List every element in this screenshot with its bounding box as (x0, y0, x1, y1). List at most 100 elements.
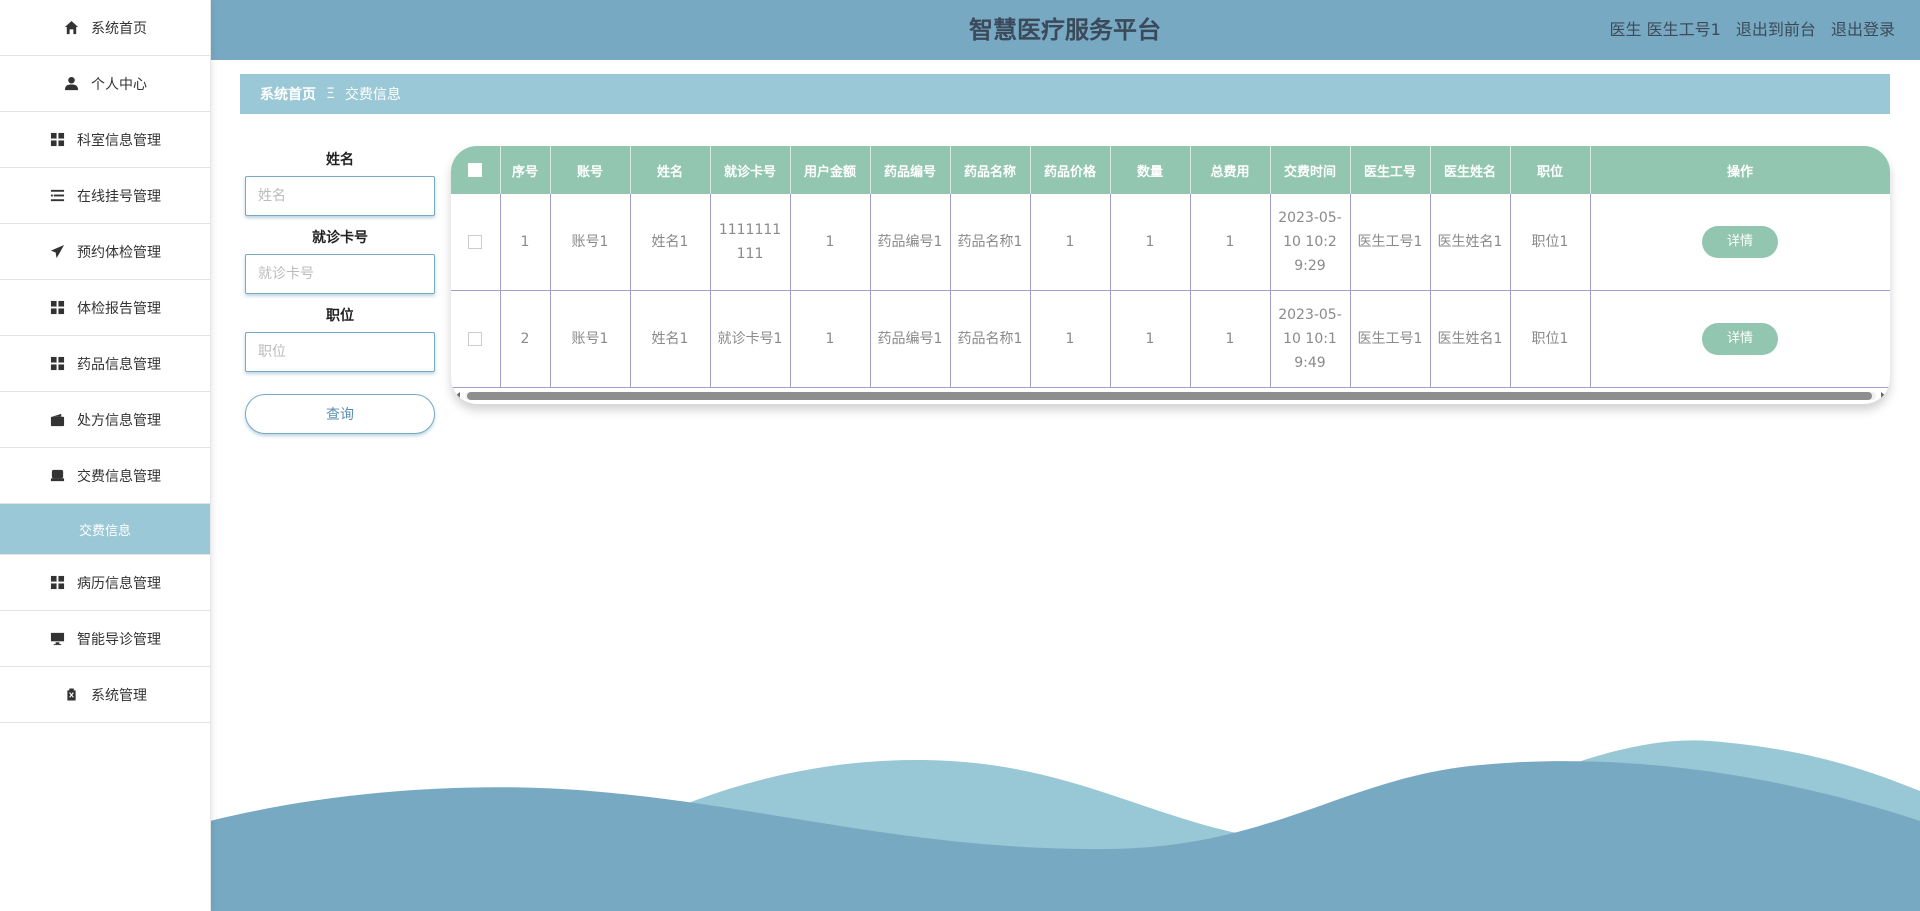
cell-drug-name: 药品名称1 (950, 290, 1031, 388)
user-icon (63, 76, 79, 92)
column-header: 姓名 (630, 146, 711, 194)
back-to-front-link[interactable]: 退出到前台 (1736, 20, 1816, 39)
breadcrumb: 系统首页 Ξ 交费信息 (240, 74, 1890, 114)
scrollbar-thumb[interactable] (467, 392, 1872, 400)
detail-button[interactable]: 详情 (1702, 226, 1778, 258)
column-header: 总费用 (1190, 146, 1271, 194)
column-header: 交费时间 (1270, 146, 1351, 194)
cell-total: 1 (1190, 194, 1271, 291)
sidebar-item-label: 病历信息管理 (77, 575, 161, 592)
cell-paid-time: 2023-05-10 10:19:49 (1270, 290, 1351, 388)
sidebar-item-label: 智能导诊管理 (77, 631, 161, 648)
cell-name: 姓名1 (630, 290, 711, 388)
row-select-cell[interactable] (451, 194, 501, 291)
sidebar-item-checkup-booking[interactable]: 预约体检管理 (0, 224, 210, 280)
sidebar-item-checkup-report[interactable]: 体检报告管理 (0, 280, 210, 336)
sidebar-item-smart-guide[interactable]: 智能导诊管理 (0, 611, 210, 667)
position-input[interactable] (245, 332, 435, 372)
cell-actions: 详情 (1590, 194, 1890, 291)
column-header: 药品价格 (1030, 146, 1111, 194)
sidebar-item-label: 处方信息管理 (77, 412, 161, 429)
detail-button[interactable]: 详情 (1702, 323, 1778, 355)
cell-drug-name: 药品名称1 (950, 194, 1031, 291)
grid-icon (49, 132, 65, 148)
cell-drug-price: 1 (1030, 290, 1111, 388)
cell-quantity: 1 (1110, 290, 1191, 388)
monitor-icon (49, 631, 65, 647)
sidebar-item-label: 药品信息管理 (77, 356, 161, 373)
breadcrumb-home[interactable]: 系统首页 (260, 84, 316, 104)
query-button[interactable]: 查询 (245, 394, 435, 434)
sidebar-item-label: 系统管理 (91, 687, 147, 704)
cell-card: 1111111111 (710, 194, 791, 291)
cell-balance: 1 (790, 290, 871, 388)
horizontal-scrollbar[interactable] (455, 390, 1886, 402)
sidebar-item-prescriptions[interactable]: 处方信息管理 (0, 392, 210, 448)
search-panel: 姓名 就诊卡号 职位 查询 (245, 150, 435, 434)
sidebar-item-label: 交费信息 (78, 523, 131, 539)
sidebar-item-system[interactable]: 系统管理 (0, 667, 210, 723)
sidebar-item-label: 在线挂号管理 (77, 188, 161, 205)
cell-actions: 详情 (1590, 290, 1890, 388)
send-icon (49, 244, 65, 260)
sidebar-subitem-payment-info[interactable]: 交费信息 (0, 504, 210, 555)
list-icon (49, 188, 65, 204)
cell-doctor-id: 医生工号1 (1350, 194, 1431, 291)
table-row: 1 账号1 姓名1 1111111111 1 药品编号1 药品名称1 1 1 1… (451, 194, 1890, 291)
row-checkbox[interactable] (468, 235, 483, 249)
grid-icon (49, 356, 65, 372)
grid-icon (49, 575, 65, 591)
sidebar-item-label: 系统首页 (91, 20, 147, 37)
home-icon (63, 20, 79, 36)
payments-table-container: 序号 账号 姓名 就诊卡号 用户金额 药品编号 药品名称 药品价格 数量 总费用… (451, 146, 1890, 404)
wallet-icon (49, 412, 65, 428)
sidebar-item-departments[interactable]: 科室信息管理 (0, 112, 210, 168)
column-header: 职位 (1510, 146, 1591, 194)
cell-account: 账号1 (550, 290, 631, 388)
select-all-cell[interactable] (451, 146, 501, 194)
cell-doctor-name: 医生姓名1 (1430, 194, 1511, 291)
scroll-left-arrow-icon[interactable] (455, 392, 460, 400)
printer-icon (49, 468, 65, 484)
row-checkbox[interactable] (468, 332, 483, 346)
sidebar: 系统首页 个人中心 科室信息管理 在线挂号管理 预约体检管理 体检报告管理 药品… (0, 0, 211, 911)
current-user-label: 医生 医生工号1 (1609, 20, 1721, 39)
column-header: 序号 (500, 146, 551, 194)
sidebar-item-registration[interactable]: 在线挂号管理 (0, 168, 210, 224)
cell-position: 职位1 (1510, 194, 1591, 291)
card-number-input[interactable] (245, 254, 435, 294)
sidebar-item-drugs[interactable]: 药品信息管理 (0, 336, 210, 392)
top-header: 智慧医疗服务平台 医生 医生工号1 退出到前台 退出登录 (210, 0, 1920, 60)
cell-drug-code: 药品编号1 (870, 290, 951, 388)
name-input[interactable] (245, 176, 435, 216)
scroll-right-arrow-icon[interactable] (1881, 392, 1886, 400)
sidebar-item-profile[interactable]: 个人中心 (0, 56, 210, 112)
cell-name: 姓名1 (630, 194, 711, 291)
cell-total: 1 (1190, 290, 1271, 388)
sidebar-item-label: 科室信息管理 (77, 132, 161, 149)
card-label: 就诊卡号 (312, 230, 368, 246)
sidebar-item-label: 预约体检管理 (77, 244, 161, 261)
cell-doctor-id: 医生工号1 (1350, 290, 1431, 388)
cell-drug-price: 1 (1030, 194, 1111, 291)
sidebar-item-home[interactable]: 系统首页 (0, 0, 210, 56)
column-header: 账号 (550, 146, 631, 194)
logout-link[interactable]: 退出登录 (1831, 20, 1895, 39)
sidebar-item-medical-records[interactable]: 病历信息管理 (0, 555, 210, 611)
position-label: 职位 (326, 308, 354, 324)
table-header-row: 序号 账号 姓名 就诊卡号 用户金额 药品编号 药品名称 药品价格 数量 总费用… (451, 146, 1890, 194)
breadcrumb-separator: Ξ (326, 86, 335, 102)
sidebar-item-payments[interactable]: 交费信息管理 (0, 448, 210, 504)
header-user-actions: 医生 医生工号1 退出到前台 退出登录 (1610, 0, 1896, 60)
payments-table: 序号 账号 姓名 就诊卡号 用户金额 药品编号 药品名称 药品价格 数量 总费用… (451, 146, 1890, 388)
cell-doctor-name: 医生姓名1 (1430, 290, 1511, 388)
column-header: 用户金额 (790, 146, 871, 194)
sidebar-item-label: 个人中心 (91, 76, 147, 93)
select-all-checkbox[interactable] (468, 163, 483, 177)
sidebar-item-label: 交费信息管理 (77, 468, 161, 485)
column-header: 医生姓名 (1430, 146, 1511, 194)
column-header: 医生工号 (1350, 146, 1431, 194)
row-select-cell[interactable] (451, 290, 501, 388)
column-header: 数量 (1110, 146, 1191, 194)
column-header: 药品编号 (870, 146, 951, 194)
